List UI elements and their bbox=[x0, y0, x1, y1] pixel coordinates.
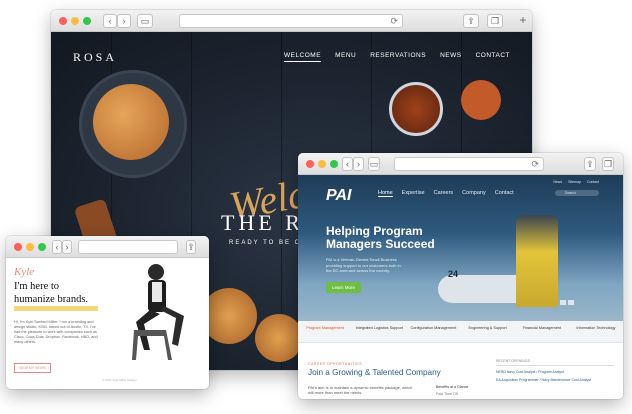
forward-icon[interactable]: › bbox=[117, 14, 131, 28]
maximize-window-button[interactable] bbox=[38, 243, 46, 251]
tab-information-technology[interactable]: Information Technology bbox=[569, 321, 623, 342]
minimize-window-button[interactable] bbox=[26, 243, 34, 251]
section-body: PAI's aim is to maintain a dynamic benef… bbox=[308, 385, 413, 395]
utility-sitemap[interactable]: Sitemap bbox=[568, 180, 581, 184]
aircraft-number: 24 bbox=[448, 269, 459, 279]
new-tab-icon[interactable]: + bbox=[515, 14, 531, 28]
pai-browser-window: ‹ › ▭ ⟳ ⇪ ❐ 24 PAI News Sitemap Contact … bbox=[298, 153, 623, 399]
rosa-subtitle: READY TO BE OP bbox=[229, 240, 308, 246]
nav-contact[interactable]: Contact bbox=[495, 190, 514, 197]
pai-logo[interactable]: PAI bbox=[326, 187, 351, 205]
openings-heading: RECENT OPENINGS bbox=[496, 359, 614, 366]
nav-welcome[interactable]: WELCOME bbox=[283, 52, 322, 62]
reload-icon[interactable]: ⟳ bbox=[390, 15, 398, 27]
nav-careers[interactable]: Careers bbox=[434, 190, 454, 197]
back-icon[interactable]: ‹ bbox=[342, 157, 353, 171]
view-work-button[interactable]: VIEW MY WORK bbox=[14, 363, 51, 373]
reload-icon[interactable]: ⟳ bbox=[531, 158, 539, 170]
signature-logo[interactable]: Kyle bbox=[14, 266, 34, 278]
rosa-nav: WELCOME MENU RESERVATIONS NEWS CONTACT bbox=[283, 52, 510, 62]
service-tabs: Program Management Integrated Logistics … bbox=[298, 321, 623, 343]
footer-text: © 2017 Kyle Miller Design bbox=[102, 378, 137, 382]
sidebar-icon[interactable]: ▭ bbox=[368, 157, 380, 171]
nav-news[interactable]: NEWS bbox=[440, 52, 462, 62]
learn-more-button[interactable]: Learn More bbox=[326, 282, 362, 293]
maximize-window-button[interactable] bbox=[330, 160, 338, 168]
nav-home[interactable]: Home bbox=[378, 190, 393, 197]
maximize-window-button[interactable] bbox=[83, 17, 91, 25]
opening-link[interactable]: EA Acquisition Programmer / Navy Mainten… bbox=[496, 378, 614, 382]
benefits-item: Paid Time Off bbox=[436, 392, 458, 396]
browser-toolbar: ‹ › ▭ ⟳ ⇪ ❐ + bbox=[51, 10, 532, 32]
hero-text: PAI is a Veteran-Owned Small Business pr… bbox=[326, 257, 401, 273]
headline-line-1: I'm here to bbox=[14, 281, 60, 292]
portfolio-page: Kyle I'm here to humanize brands. Hi, I'… bbox=[6, 258, 209, 389]
back-icon[interactable]: ‹ bbox=[103, 14, 117, 28]
nav-menu[interactable]: MENU bbox=[335, 52, 356, 62]
tab-logistics-support[interactable]: Integrated Logistics Support bbox=[352, 321, 406, 342]
browser-toolbar: ‹ › ▭ ⟳ ⇪ ❐ bbox=[298, 153, 623, 175]
search-icon: Search bbox=[565, 191, 577, 195]
crew-member-image bbox=[516, 215, 558, 307]
hero-title: Helping Program Managers Succeed bbox=[326, 224, 435, 251]
browser-toolbar: ‹ › ⇪ bbox=[6, 236, 209, 258]
nav-company[interactable]: Company bbox=[462, 190, 486, 197]
minimize-window-button[interactable] bbox=[318, 160, 326, 168]
tea-pot-image bbox=[389, 82, 443, 136]
tab-financial-management[interactable]: Financial Management bbox=[515, 321, 569, 342]
cookie-image bbox=[255, 314, 303, 362]
share-icon[interactable]: ⇪ bbox=[584, 157, 596, 171]
nav-reservations[interactable]: RESERVATIONS bbox=[370, 52, 426, 62]
forward-icon[interactable]: › bbox=[353, 157, 364, 171]
forward-icon[interactable]: › bbox=[62, 240, 72, 254]
pai-page: 24 PAI News Sitemap Contact Search Home … bbox=[298, 175, 623, 399]
tabs-icon[interactable]: ❐ bbox=[487, 14, 503, 28]
rosa-logo[interactable]: ROSA bbox=[73, 50, 117, 65]
intro-text: Hi, I'm Kyle Sanford Miller. I run a bra… bbox=[14, 320, 98, 344]
tab-configuration-management[interactable]: Configuration Management bbox=[406, 321, 460, 342]
headline: I'm here to humanize brands. bbox=[14, 280, 88, 306]
utility-contact[interactable]: Contact bbox=[587, 180, 599, 184]
tab-engineering-support[interactable]: Engineering & Support bbox=[461, 321, 515, 342]
address-bar[interactable]: ⟳ bbox=[394, 157, 544, 171]
slider-pause-control[interactable] bbox=[560, 300, 566, 305]
utility-news[interactable]: News bbox=[553, 180, 562, 184]
address-bar[interactable] bbox=[78, 240, 178, 254]
play-icon[interactable] bbox=[568, 300, 574, 305]
share-icon[interactable]: ⇪ bbox=[463, 14, 479, 28]
cookie-image bbox=[93, 84, 169, 160]
section-eyebrow: CAREER OPPORTUNITIES bbox=[308, 362, 363, 366]
recent-openings: RECENT OPENINGS NERD Navy Cost Analyst /… bbox=[496, 359, 614, 387]
portfolio-browser-window: ‹ › ⇪ Kyle I'm here to humanize brands. … bbox=[6, 236, 209, 389]
opening-link[interactable]: NERD Navy Cost Analyst / Program Analyst bbox=[496, 370, 614, 374]
portrait-image bbox=[132, 264, 184, 360]
nav-expertise[interactable]: Expertise bbox=[402, 190, 425, 197]
back-icon[interactable]: ‹ bbox=[52, 240, 62, 254]
pai-nav: Home Expertise Careers Company Contact bbox=[378, 190, 514, 197]
tabs-icon[interactable]: ❐ bbox=[602, 157, 614, 171]
tab-program-management[interactable]: Program Management bbox=[298, 321, 352, 342]
headline-highlight bbox=[14, 306, 98, 311]
close-window-button[interactable] bbox=[306, 160, 314, 168]
close-window-button[interactable] bbox=[59, 17, 67, 25]
sidebar-icon[interactable]: ▭ bbox=[137, 14, 153, 28]
benefits-label: Benefits at a Glance bbox=[436, 385, 469, 389]
address-bar[interactable]: ⟳ bbox=[179, 14, 403, 28]
share-icon[interactable]: ⇪ bbox=[186, 240, 196, 254]
cookie-image bbox=[201, 288, 257, 344]
headline-line-2: humanize brands. bbox=[14, 294, 89, 305]
section-title: Join a Growing & Talented Company bbox=[308, 368, 441, 377]
minimize-window-button[interactable] bbox=[71, 17, 79, 25]
search-input[interactable]: Search bbox=[555, 190, 599, 196]
nav-contact[interactable]: CONTACT bbox=[476, 52, 510, 62]
fruit-image bbox=[461, 80, 501, 120]
utility-nav: News Sitemap Contact bbox=[553, 180, 599, 184]
close-window-button[interactable] bbox=[14, 243, 22, 251]
